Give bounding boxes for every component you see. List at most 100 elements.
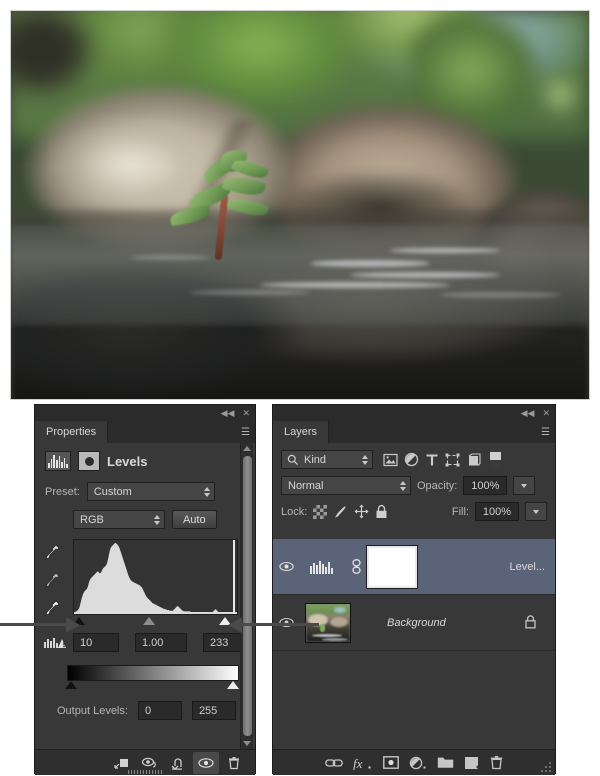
layer-name-levels: Level... <box>509 560 545 573</box>
output-black-slider-handle[interactable] <box>65 681 77 689</box>
output-white-slider-handle[interactable] <box>227 681 239 689</box>
auto-button[interactable]: Auto <box>172 510 217 529</box>
lock-all-icon[interactable] <box>375 504 388 519</box>
lock-image-pixels-icon[interactable] <box>333 505 348 519</box>
new-layer-icon[interactable] <box>464 756 479 770</box>
blend-opacity-row: Normal Opacity: 100% <box>273 469 555 495</box>
toggle-visibility-icon[interactable] <box>193 751 219 774</box>
preset-row: Preset: Custom <box>35 482 255 501</box>
input-gamma-field[interactable]: 1.00 <box>135 633 187 652</box>
left-arrow-to-black-slider <box>0 617 82 633</box>
tabrow-filler <box>108 421 255 443</box>
output-levels-slider[interactable] <box>65 680 239 691</box>
histogram-clip-line <box>233 540 235 614</box>
channel-row: RGB Auto <box>35 510 255 529</box>
layer-style-fx-icon[interactable]: fx <box>353 756 373 770</box>
panel-menu-icon[interactable]: ☰ <box>541 427 550 438</box>
layer-mask-thumbnail[interactable] <box>366 544 418 589</box>
histogram-icon[interactable] <box>45 451 71 471</box>
right-arrow-to-white-slider <box>228 617 320 633</box>
layers-panel-body: Kind Normal Opacity: 100% Lock: Fill: 10… <box>273 443 555 775</box>
scroll-down-icon[interactable] <box>243 738 251 749</box>
lock-transparent-pixels-icon[interactable] <box>313 504 328 519</box>
layers-panel-titlebar: ◀◀ ✕ <box>273 405 555 421</box>
properties-panel-body: Levels Preset: Custom RGB Auto 10 1.00 2… <box>35 443 255 775</box>
input-white-value: 233 <box>210 636 229 649</box>
output-levels-row: Output Levels: 0 255 <box>35 701 246 720</box>
set-black-point-eyedropper-icon[interactable] <box>43 543 61 561</box>
output-white-field[interactable]: 255 <box>191 701 236 720</box>
panel-resize-grip[interactable] <box>541 762 551 772</box>
tabrow-filler <box>329 421 555 443</box>
lock-fill-row: Lock: Fill: 100% <box>273 495 555 521</box>
auto-button-label: Auto <box>183 513 206 526</box>
output-black-field[interactable]: 0 <box>137 701 182 720</box>
input-levels-slider[interactable] <box>73 616 238 627</box>
layers-tabrow: Layers ☰ <box>273 421 555 443</box>
input-black-field[interactable]: 10 <box>73 633 119 652</box>
input-gamma-slider-handle[interactable] <box>143 617 155 625</box>
panel-menu-icon[interactable]: ☰ <box>241 427 250 438</box>
lock-position-icon[interactable] <box>354 504 369 519</box>
chevron-down-icon <box>533 509 539 514</box>
photo-water-surface <box>10 225 590 325</box>
preset-select[interactable]: Custom <box>86 482 215 501</box>
levels-histogram[interactable] <box>73 539 238 615</box>
layer-visibility-toggle[interactable] <box>273 561 299 572</box>
adjustment-layer-icon[interactable] <box>78 451 100 471</box>
preset-value: Custom <box>93 485 132 498</box>
delete-layer-icon[interactable] <box>489 755 504 770</box>
chevron-updown-icon <box>362 454 368 465</box>
layer-row-levels[interactable]: Level... <box>273 539 555 595</box>
layer-filter-kind-value: Kind <box>304 453 327 466</box>
photo-water-ripple <box>310 260 430 267</box>
output-levels-ramp[interactable] <box>67 665 239 681</box>
collapse-icon[interactable]: ◀◀ <box>521 408 535 418</box>
collapse-icon[interactable]: ◀◀ <box>221 408 235 418</box>
tab-layers[interactable]: Layers <box>273 421 330 443</box>
tab-properties[interactable]: Properties <box>35 421 109 443</box>
input-gamma-value: 1.00 <box>142 636 164 649</box>
close-icon[interactable]: ✕ <box>542 408 550 418</box>
new-group-icon[interactable] <box>437 756 454 769</box>
layer-filter-kind-select[interactable]: Kind <box>281 450 373 469</box>
panel-resize-grip[interactable] <box>128 770 162 774</box>
shape-layer-icon[interactable] <box>445 453 460 467</box>
scrollbar-thumb[interactable] <box>242 456 252 736</box>
fill-field[interactable]: 100% <box>475 502 519 521</box>
new-adjustment-layer-icon[interactable] <box>409 756 427 770</box>
chevron-down-icon <box>521 483 528 488</box>
lock-icon <box>524 614 537 632</box>
smart-object-icon[interactable] <box>466 452 481 467</box>
set-white-point-eyedropper-icon[interactable] <box>43 599 61 617</box>
type-layer-icon[interactable] <box>425 453 439 467</box>
link-mask-icon[interactable] <box>345 559 367 574</box>
blend-mode-select[interactable]: Normal <box>281 476 411 495</box>
pixel-layer-icon[interactable] <box>383 453 398 467</box>
tab-layers-label: Layers <box>284 426 318 438</box>
fill-value: 100% <box>482 505 512 518</box>
set-gray-point-eyedropper-icon[interactable] <box>43 571 61 589</box>
delete-icon[interactable] <box>221 752 247 774</box>
svg-text:fx: fx <box>353 756 363 770</box>
photo-water-ripple <box>190 290 310 295</box>
reset-icon[interactable] <box>165 752 191 774</box>
output-white-value: 255 <box>198 704 218 717</box>
scroll-up-icon[interactable] <box>243 443 251 454</box>
opacity-field[interactable]: 100% <box>463 476 508 495</box>
opacity-stepper[interactable] <box>513 476 536 495</box>
link-layers-icon[interactable] <box>324 757 343 769</box>
output-levels-label: Output Levels: <box>57 704 128 717</box>
add-layer-mask-icon[interactable] <box>382 756 399 769</box>
fill-label: Fill: <box>451 505 469 518</box>
photo-water-ripple <box>390 248 500 253</box>
channel-select[interactable]: RGB <box>73 510 165 529</box>
properties-scrollbar[interactable] <box>240 443 253 749</box>
close-icon[interactable]: ✕ <box>242 408 250 418</box>
adjustment-layer-icon[interactable] <box>404 452 419 467</box>
fill-stepper[interactable] <box>525 502 547 521</box>
filter-enable-toggle[interactable] <box>489 451 502 469</box>
levels-adjustment-icon[interactable] <box>299 559 345 575</box>
document-canvas-photo <box>10 10 590 400</box>
layers-panel: ◀◀ ✕ Layers ☰ Kind Normal Opacity: 100% … <box>272 404 556 775</box>
